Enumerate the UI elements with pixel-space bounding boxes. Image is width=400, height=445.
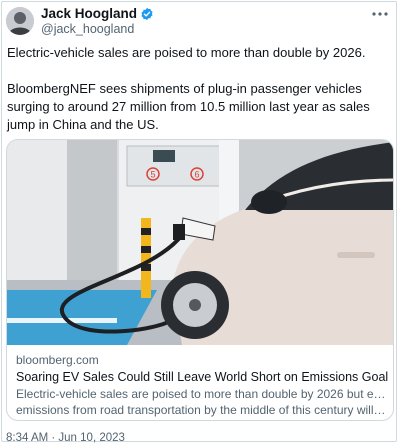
link-description: Electric-vehicle sales are poised to mor… [16,386,388,418]
avatar[interactable] [6,7,34,35]
link-meta: bloomberg.com Soaring EV Sales Could Sti… [16,353,388,418]
tweet-paragraph-1: Electric-vehicle sales are poised to mor… [7,45,366,60]
link-preview-card[interactable]: 5 6 bloomberg.com Soaring EV Sales Could… [6,139,394,421]
more-options-icon[interactable] [372,8,388,18]
author-name-row: Jack Hoogland [41,6,154,22]
sign-number-right: 6 [194,170,199,180]
tweet-timestamp[interactable]: 8:34 AM · Jun 10, 2023 [6,432,125,444]
link-description-line-1: Electric-vehicle sales are poised to mor… [16,387,388,401]
tweet-card: Jack Hoogland @jack_hoogland Electric-ve… [1,1,397,444]
link-preview-image[interactable]: 5 6 [7,140,394,345]
tweet-paragraph-2: BloombergNEF sees shipments of plug-in p… [7,81,370,132]
link-title[interactable]: Soaring EV Sales Could Still Leave World… [16,369,388,385]
sign-number-left: 5 [150,170,155,180]
verified-badge-icon [140,7,154,21]
author-handle[interactable]: @jack_hoogland [41,22,134,36]
link-domain: bloomberg.com [16,353,99,367]
tweet-text: Electric-vehicle sales are poised to mor… [7,44,393,134]
author-display-name[interactable]: Jack Hoogland [41,6,137,22]
link-description-line-2: emissions from road transportation by th… [16,403,388,417]
